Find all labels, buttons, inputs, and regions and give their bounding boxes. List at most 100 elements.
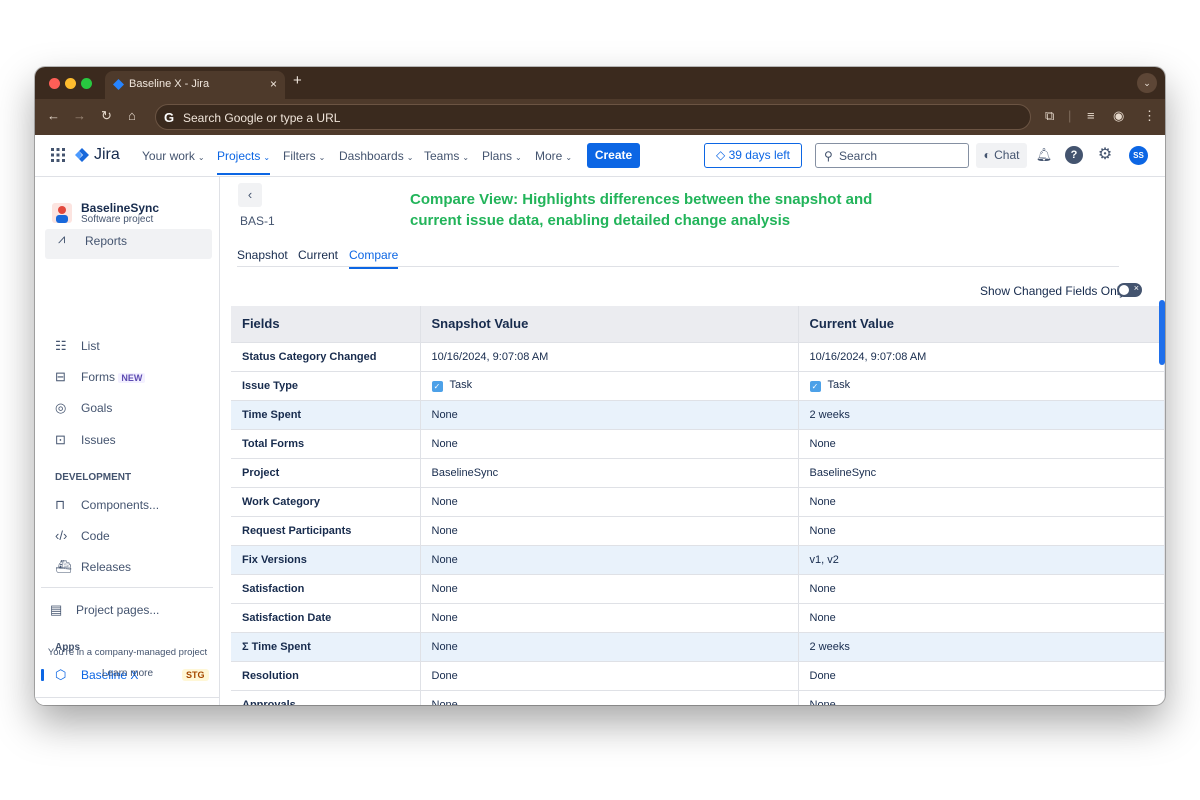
table-row: Work Category None None bbox=[231, 486, 1165, 516]
tab-snapshot[interactable]: Snapshot bbox=[237, 248, 288, 262]
snapshot-cell: None bbox=[420, 602, 799, 632]
table-row: Satisfaction None None bbox=[231, 573, 1165, 603]
nav-filters[interactable]: Filters ⌄ bbox=[283, 149, 325, 163]
forward-arrow-icon[interactable]: → bbox=[73, 108, 86, 123]
field-cell: Time Spent bbox=[231, 399, 421, 429]
table-row: Approvals None None bbox=[231, 689, 1165, 705]
sidebar-item-releases[interactable]: ⛴︎ Releases bbox=[55, 559, 131, 575]
sidebar-item-code[interactable]: ‹/› Code bbox=[55, 528, 110, 543]
sidebar-item-issues[interactable]: ⊡ Issues bbox=[55, 432, 116, 448]
profile-icon[interactable]: ◉ bbox=[1113, 108, 1124, 124]
field-cell: Σ Time Spent bbox=[231, 631, 421, 661]
snapshot-cell: None bbox=[420, 544, 799, 574]
extensions-icon[interactable]: ⧉ bbox=[1045, 108, 1054, 124]
current-cell-text: None bbox=[809, 437, 836, 450]
current-cell: None bbox=[798, 573, 1165, 603]
tab-compare[interactable]: Compare bbox=[349, 248, 399, 269]
jira-logo-text[interactable]: Jira bbox=[94, 146, 120, 164]
new-tab-button[interactable]: + bbox=[293, 72, 302, 89]
field-cell-text: Fix Versions bbox=[242, 553, 307, 566]
back-arrow-icon[interactable]: ← bbox=[47, 108, 60, 123]
sidebar-item-list[interactable]: ☷ List bbox=[55, 338, 100, 354]
close-window-button[interactable] bbox=[49, 78, 60, 89]
list-icon: ☷ bbox=[55, 338, 67, 353]
current-cell: None bbox=[798, 428, 1165, 458]
nav-plans[interactable]: Plans ⌄ bbox=[482, 149, 522, 163]
browser-menu-icon[interactable]: ⋮ bbox=[1143, 108, 1156, 124]
sidebar-divider bbox=[41, 587, 213, 588]
app-switcher-icon[interactable] bbox=[51, 148, 65, 162]
sidebar-item-forms[interactable]: ⊟ Forms NEW bbox=[55, 369, 146, 385]
reading-list-icon[interactable]: ≡ bbox=[1087, 108, 1095, 123]
browser-toolbar: ← → ↻ ⌂ G Search Google or type a URL ⧉ … bbox=[35, 99, 1165, 135]
field-cell-text: Resolution bbox=[242, 669, 299, 682]
sidebar-item-components[interactable]: ⊓ Components... bbox=[55, 497, 159, 513]
nav-projects[interactable]: Projects ⌄ bbox=[217, 149, 271, 175]
toolbar-divider: | bbox=[1068, 108, 1072, 123]
table-row: Satisfaction Date None None bbox=[231, 602, 1165, 632]
avatar[interactable]: SS bbox=[1129, 146, 1148, 165]
current-cell-text: v1, v2 bbox=[809, 553, 839, 566]
browser-tab[interactable]: Baseline X - Jira × bbox=[105, 71, 285, 99]
components-icon: ⊓ bbox=[55, 497, 66, 512]
nav-more[interactable]: More ⌄ bbox=[535, 149, 572, 163]
field-cell: Request Participants bbox=[231, 515, 421, 545]
scrollbar[interactable] bbox=[1159, 300, 1165, 365]
snapshot-cell-text: None bbox=[431, 408, 458, 421]
current-cell-text: Done bbox=[809, 669, 836, 682]
field-cell-text: Request Participants bbox=[242, 524, 352, 537]
back-button[interactable]: ‹ bbox=[238, 183, 262, 207]
issues-icon: ⊡ bbox=[55, 432, 66, 447]
minimize-window-button[interactable] bbox=[65, 78, 76, 89]
snapshot-cell: None bbox=[420, 631, 799, 661]
close-tab-icon[interactable]: × bbox=[270, 77, 277, 91]
snapshot-cell: 10/16/2024, 9:07:08 AM bbox=[420, 341, 799, 371]
field-cell-text: Total Forms bbox=[242, 437, 305, 450]
address-bar[interactable]: G Search Google or type a URL bbox=[155, 104, 1031, 130]
field-cell: Resolution bbox=[231, 660, 421, 690]
chat-button[interactable]: ◐ Chat bbox=[976, 143, 1027, 168]
current-cell-text: None bbox=[809, 582, 836, 595]
notifications-icon[interactable]: 🔔︎ bbox=[1035, 146, 1053, 164]
sidebar-item-project-pages[interactable]: ▤ Project pages... bbox=[50, 602, 159, 618]
project-name[interactable]: BaselineSync bbox=[81, 201, 159, 215]
create-button[interactable]: Create bbox=[587, 143, 640, 168]
current-cell-text: 2 weeks bbox=[809, 408, 850, 421]
tab-current[interactable]: Current bbox=[298, 248, 338, 262]
search-input[interactable]: ⚲ Search bbox=[815, 143, 969, 168]
browser-window: Baseline X - Jira × + ⌄ ← → ↻ ⌂ G Search… bbox=[35, 67, 1165, 705]
jira-logo-icon[interactable] bbox=[74, 147, 90, 163]
releases-icon: ⛴︎ bbox=[55, 559, 72, 574]
snapshot-cell: None bbox=[420, 486, 799, 516]
diamond-icon: ◇ bbox=[716, 148, 726, 162]
field-cell: Satisfaction bbox=[231, 573, 421, 603]
sidebar-item-goals[interactable]: ◎ Goals bbox=[55, 400, 112, 416]
trial-button[interactable]: ◇ 39 days left bbox=[704, 143, 802, 168]
toggle-off-icon: × bbox=[1133, 283, 1139, 293]
changed-only-toggle[interactable]: × bbox=[1117, 283, 1142, 297]
table-row: Project BaselineSync BaselineSync bbox=[231, 457, 1165, 487]
learn-more-link[interactable]: Learn more bbox=[35, 668, 220, 679]
field-cell-text: Work Category bbox=[242, 495, 321, 508]
reload-icon[interactable]: ↻ bbox=[101, 108, 112, 124]
chat-label: Chat bbox=[994, 148, 1020, 162]
settings-gear-icon[interactable]: ⚙ bbox=[1096, 146, 1114, 164]
current-cell-text: 10/16/2024, 9:07:08 AM bbox=[809, 350, 927, 363]
home-icon[interactable]: ⌂ bbox=[128, 108, 136, 123]
tab-search-button[interactable]: ⌄ bbox=[1137, 73, 1157, 93]
snapshot-cell-text: None bbox=[431, 524, 458, 537]
view-tabs: Snapshot Current Compare bbox=[237, 245, 1119, 269]
help-icon[interactable]: ? bbox=[1065, 146, 1083, 164]
nav-your-work[interactable]: Your work ⌄ bbox=[142, 149, 205, 163]
snapshot-cell: None bbox=[420, 515, 799, 545]
snapshot-cell-text: 10/16/2024, 9:07:08 AM bbox=[431, 350, 549, 363]
nav-teams[interactable]: Teams ⌄ bbox=[424, 149, 469, 163]
maximize-window-button[interactable] bbox=[81, 78, 92, 89]
field-cell: Fix Versions bbox=[231, 544, 421, 574]
current-cell-text: None bbox=[809, 524, 836, 537]
nav-dashboards[interactable]: Dashboards ⌄ bbox=[339, 149, 413, 163]
page-icon: ▤ bbox=[50, 602, 63, 617]
snapshot-cell: None bbox=[420, 573, 799, 603]
current-cell: Done bbox=[798, 660, 1165, 690]
sidebar-item-reports[interactable]: ⩘ Reports bbox=[45, 229, 212, 259]
